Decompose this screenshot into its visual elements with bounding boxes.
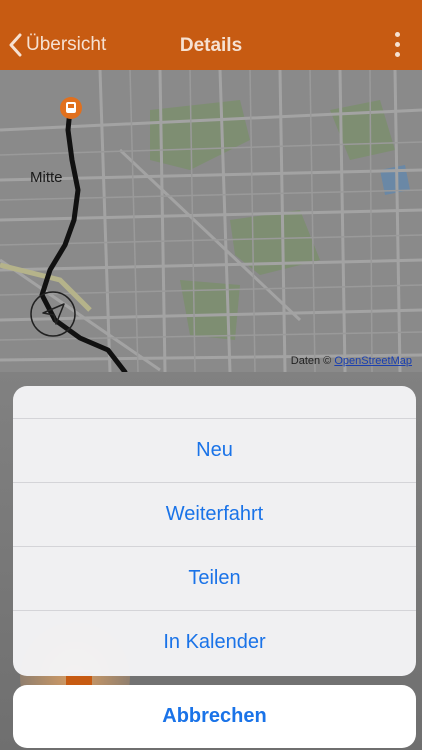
attribution-prefix: Daten ©	[290, 355, 335, 367]
option-neu[interactable]: Neu	[13, 419, 416, 483]
openstreetmap-link[interactable]: OpenStreetMap	[334, 355, 412, 367]
map-attribution: Daten © OpenStreetMap	[291, 355, 412, 367]
action-sheet: Neu Weiterfahrt Teilen In Kalender	[13, 386, 416, 676]
tram-icon	[60, 97, 82, 119]
option-weiterfahrt[interactable]: Weiterfahrt	[13, 483, 416, 547]
page-title: Details	[179, 35, 243, 56]
action-sheet-header	[13, 386, 416, 419]
cancel-button[interactable]: Abbrechen	[13, 685, 416, 748]
option-teilen[interactable]: Teilen	[13, 547, 416, 611]
more-vertical-icon[interactable]	[392, 32, 402, 60]
route-map[interactable]: Mitte	[0, 70, 422, 372]
option-in-kalender[interactable]: In Kalender	[13, 611, 416, 674]
district-label: Mitte	[30, 169, 63, 186]
navigation-bar: Übersicht Details	[0, 0, 422, 70]
